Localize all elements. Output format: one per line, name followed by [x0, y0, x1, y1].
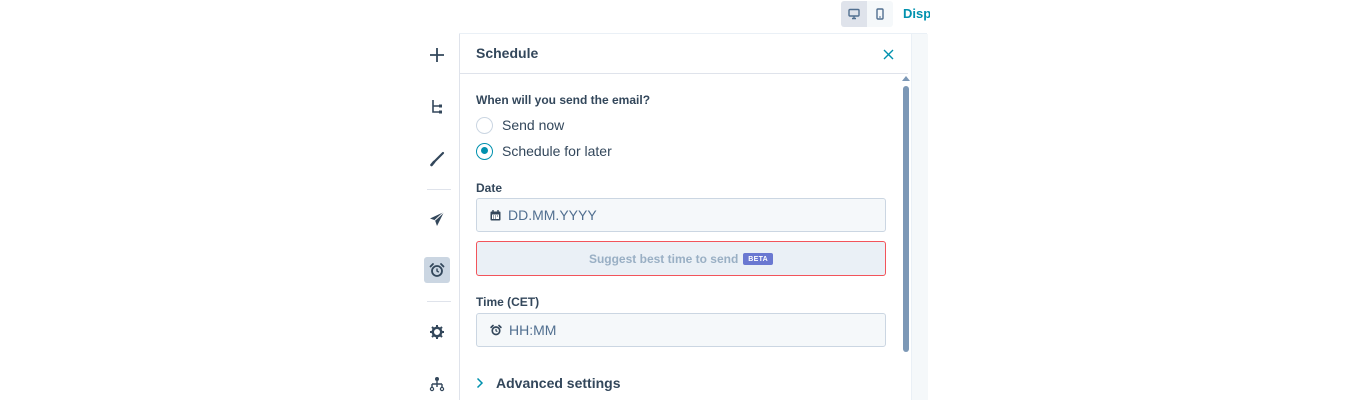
display-link[interactable]: Disp [903, 6, 930, 21]
gear-icon [430, 325, 444, 339]
radio-label: Schedule for later [502, 143, 612, 159]
mobile-icon [876, 8, 884, 20]
date-input[interactable]: DD.MM.YYYY [476, 198, 886, 232]
rail-item-settings[interactable] [424, 319, 450, 345]
date-placeholder: DD.MM.YYYY [508, 207, 597, 223]
preview-edge [911, 34, 928, 400]
chevron-right-icon [476, 377, 484, 389]
calendar-icon [490, 209, 501, 220]
radio-schedule-later[interactable]: Schedule for later [476, 141, 612, 161]
suggest-best-time-button[interactable]: Suggest best time to send BETA [476, 241, 886, 276]
left-tool-rail [415, 34, 460, 400]
radio-button[interactable] [476, 116, 493, 134]
alarm-clock-icon [490, 324, 502, 336]
tree-structure-icon [432, 100, 442, 114]
send-icon [430, 211, 445, 226]
rail-divider [427, 189, 451, 190]
rail-divider [427, 301, 451, 302]
close-button[interactable] [880, 46, 896, 62]
radio-button-selected[interactable] [476, 142, 493, 160]
close-icon [883, 49, 893, 59]
brush-icon [430, 151, 445, 167]
time-placeholder: HH:MM [509, 322, 557, 338]
time-label: Time (CET) [476, 295, 540, 309]
hierarchy-icon [429, 377, 445, 392]
rail-item-hierarchy[interactable] [424, 371, 450, 397]
radio-send-now[interactable]: Send now [476, 115, 564, 135]
rail-item-send[interactable] [424, 206, 450, 232]
panel-header: Schedule [460, 34, 908, 74]
date-label: Date [476, 181, 503, 195]
rail-item-structure[interactable] [424, 94, 450, 120]
desktop-view-button[interactable] [841, 1, 867, 27]
rail-item-add[interactable] [424, 42, 450, 68]
advanced-settings-toggle[interactable]: Advanced settings [476, 375, 620, 391]
radio-label: Send now [502, 117, 565, 133]
advanced-settings-label: Advanced settings [496, 375, 621, 391]
monitor-icon [848, 8, 860, 20]
beta-badge: BETA [743, 252, 774, 265]
plus-icon [430, 48, 444, 62]
time-input[interactable]: HH:MM [476, 313, 886, 347]
mobile-view-button[interactable] [867, 1, 893, 27]
suggest-label: Suggest best time to send [588, 251, 739, 266]
scrollbar-thumb[interactable] [903, 86, 909, 352]
scroll-up-arrow-icon[interactable] [902, 76, 910, 81]
panel-title: Schedule [476, 45, 539, 61]
view-mode-toggle [841, 1, 893, 27]
rail-item-schedule[interactable] [424, 257, 450, 283]
rail-item-design[interactable] [424, 146, 450, 172]
alarm-clock-icon [429, 263, 445, 277]
send-question-label: When will you send the email? [476, 93, 651, 107]
